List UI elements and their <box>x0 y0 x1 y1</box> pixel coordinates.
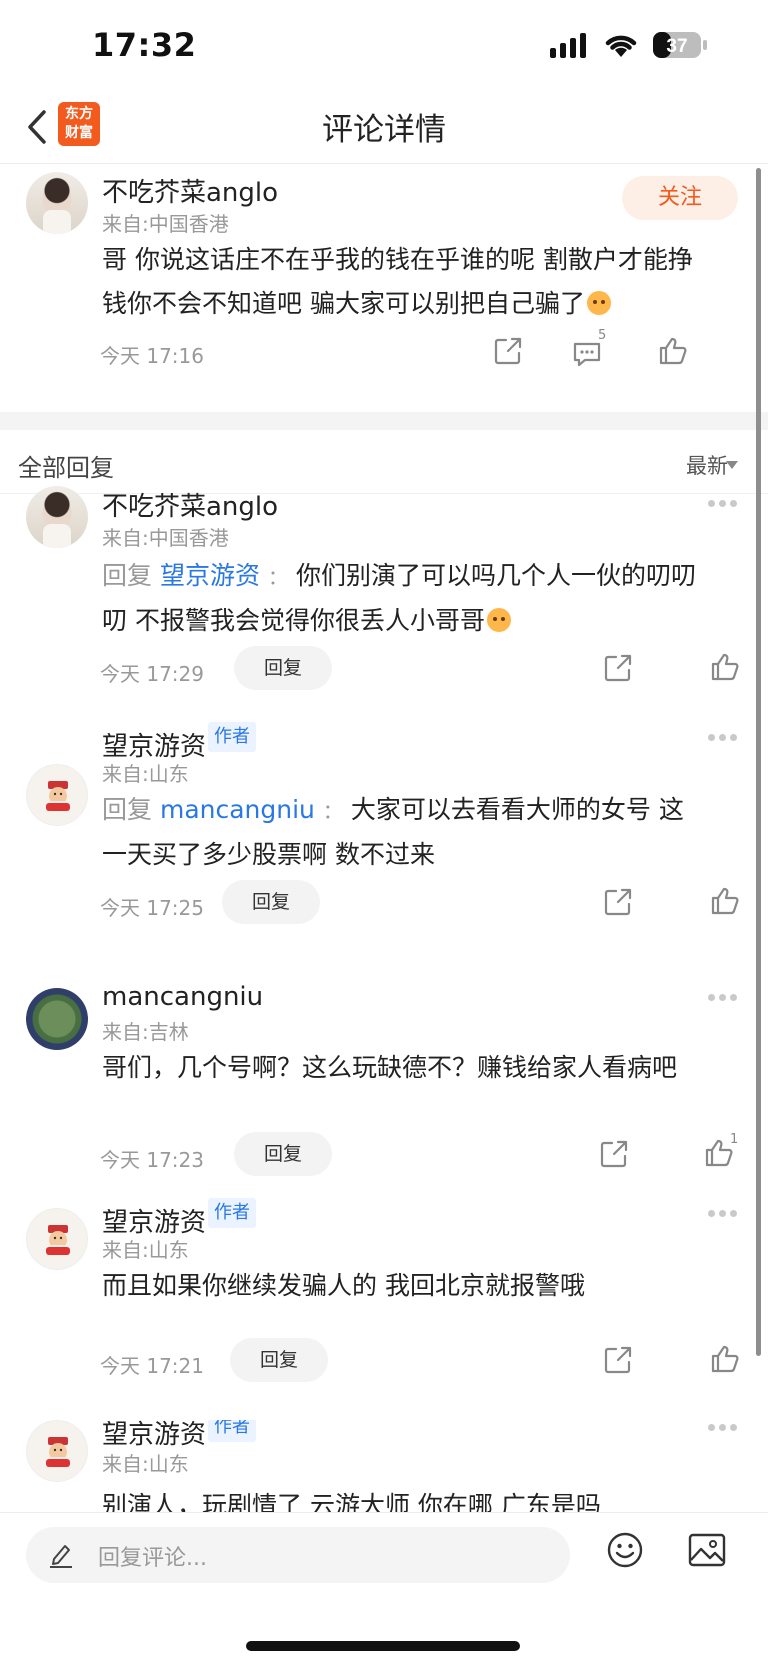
battery-level: 37 <box>666 36 687 57</box>
nav-bar: 东方 财富 评论详情 <box>0 92 768 164</box>
reply-text: 哥们，几个号啊？这么玩缺德不？赚钱给家人看病吧 <box>102 1053 678 1082</box>
comment-username[interactable]: 不吃芥菜anglo <box>102 172 278 209</box>
comment-origin: 来自:中国香港 <box>102 212 229 236</box>
reply-time: 今天 17:23 <box>100 1148 204 1172</box>
share-icon[interactable] <box>604 654 632 682</box>
comment-text: 哥 你说这话庄不在乎我的钱在乎谁的呢 割散户才能挣钱你不会不知道吧 骗大家可以别… <box>102 238 698 326</box>
more-icon[interactable] <box>708 1210 738 1218</box>
section-title: 全部回复 <box>18 454 114 482</box>
avatar[interactable] <box>26 486 88 548</box>
reply-username[interactable]: 不吃芥菜anglo <box>102 486 278 523</box>
reply-colon: ： <box>267 565 288 589</box>
caret-down-icon[interactable] <box>726 461 738 469</box>
reply-button[interactable]: 回复 <box>230 1338 328 1382</box>
reply-prefix: 回复 <box>102 795 153 824</box>
status-time: 17:32 <box>92 26 197 64</box>
reply-item: 望京游资 作者 来自:山东 回复 mancangniu：大家可以去看看大师的女号… <box>0 722 768 970</box>
reply-text: 回复 mancangniu：大家可以去看看大师的女号 这一天买了多少股票啊 数不… <box>102 788 702 877</box>
pencil-icon <box>48 1541 74 1573</box>
comment-time: 今天 17:16 <box>100 344 204 368</box>
reply-target-link[interactable]: mancangniu <box>160 795 315 824</box>
reply-item: mancangniu 来自:吉林 哥们，几个号啊？这么玩缺德不？赚钱给家人看病吧… <box>0 982 768 1190</box>
reply-origin: 来自:山东 <box>102 762 189 786</box>
section-divider <box>0 412 768 430</box>
reply-button[interactable]: 回复 <box>234 646 332 690</box>
reply-username[interactable]: 望京游资 <box>102 1420 206 1451</box>
like-count: 1 <box>730 1132 739 1147</box>
wifi-icon <box>602 30 640 60</box>
avatar[interactable] <box>26 172 88 234</box>
reply-item: 望京游资 作者 来自:山东 而且如果你继续发骗人的 我回北京就报警哦 今天 17… <box>0 1198 768 1382</box>
reply-username[interactable]: mancangniu <box>102 982 263 1012</box>
avatar[interactable] <box>26 988 88 1050</box>
reply-input-placeholder: 回复评论... <box>98 1546 207 1571</box>
share-icon[interactable] <box>604 1346 632 1374</box>
battery-icon: 37 <box>652 30 710 60</box>
reply-button[interactable]: 回复 <box>222 880 320 924</box>
reply-target-link[interactable]: 望京游资 <box>160 561 260 590</box>
like-icon[interactable] <box>710 886 740 916</box>
avatar[interactable] <box>26 1208 88 1270</box>
like-icon[interactable] <box>710 1344 740 1374</box>
reply-text: 别演人，玩剧情了 云游大师 你在哪 广东是吗 <box>102 1491 601 1512</box>
share-icon[interactable] <box>494 337 522 365</box>
reply-time: 今天 17:21 <box>100 1354 204 1378</box>
comment-count: 5 <box>598 328 607 343</box>
reply-button[interactable]: 回复 <box>234 1132 332 1176</box>
like-icon[interactable] <box>658 336 688 366</box>
reply-colon: ： <box>322 799 343 823</box>
more-icon[interactable] <box>708 994 738 1002</box>
reply-text: 而且如果你继续发骗人的 我回北京就报警哦 <box>102 1271 585 1300</box>
reply-origin: 来自:中国香港 <box>102 526 229 550</box>
more-icon[interactable] <box>708 734 738 742</box>
main-comment: 不吃芥菜anglo 来自:中国香港 关注 哥 你说这话庄不在乎我的钱在乎谁的呢 … <box>0 164 768 412</box>
share-icon[interactable] <box>604 888 632 916</box>
reply-time: 今天 17:25 <box>100 896 204 920</box>
emoji-icon[interactable] <box>606 1531 644 1573</box>
reply-text: 回复 望京游资：你们别演了可以吗几个人一伙的叨叨叨 不报警我会觉得你很丢人小哥哥 <box>102 554 702 643</box>
more-icon[interactable] <box>708 1424 738 1432</box>
emoji-sticker-icon <box>586 291 611 315</box>
author-tag: 作者 <box>208 1198 256 1228</box>
bottom-reply-bar: 回复评论... <box>0 1512 768 1662</box>
reply-origin: 来自:山东 <box>102 1452 189 1476</box>
reply-item: 不吃芥菜anglo 来自:中国香港 回复 望京游资：你们别演了可以吗几个人一伙的… <box>0 486 768 718</box>
reply-time: 今天 17:29 <box>100 662 204 686</box>
reply-origin: 来自:山东 <box>102 1238 189 1262</box>
page-title: 评论详情 <box>322 112 446 148</box>
home-indicator[interactable] <box>246 1641 520 1651</box>
status-bar: 17:32 37 <box>0 0 768 92</box>
emoji-sticker-icon <box>486 608 511 632</box>
reply-prefix: 回复 <box>102 561 153 590</box>
comment-icon[interactable] <box>572 340 602 368</box>
cellular-signal-icon <box>550 32 590 60</box>
follow-button[interactable]: 关注 <box>622 176 738 220</box>
avatar[interactable] <box>26 1420 88 1482</box>
reply-item: 望京游资 作者 来自:山东 别演人，玩剧情了 云游大师 你在哪 广东是吗 <box>0 1420 768 1512</box>
replies-header: 全部回复 最新 <box>0 430 768 494</box>
scrollbar[interactable] <box>756 168 761 1356</box>
sort-dropdown[interactable]: 最新 <box>686 450 728 480</box>
like-icon[interactable] <box>710 652 740 682</box>
reply-input[interactable]: 回复评论... <box>26 1527 570 1583</box>
share-icon[interactable] <box>600 1140 628 1168</box>
avatar[interactable] <box>26 764 88 826</box>
more-icon[interactable] <box>708 500 738 508</box>
reply-origin: 来自:吉林 <box>102 1020 189 1044</box>
image-icon[interactable] <box>688 1533 726 1571</box>
author-tag: 作者 <box>208 1420 256 1442</box>
author-tag: 作者 <box>208 722 256 752</box>
